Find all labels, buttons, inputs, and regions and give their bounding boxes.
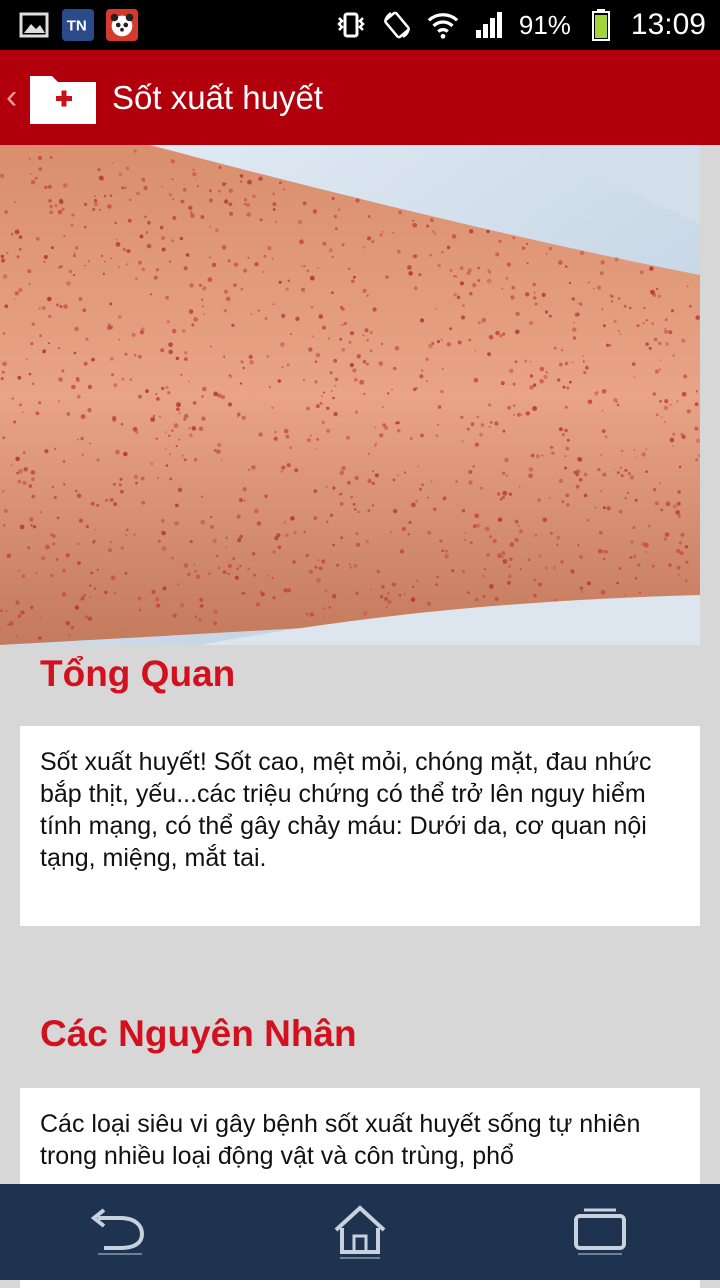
rash-photo: [0, 145, 700, 645]
back-chevron-icon[interactable]: ‹: [6, 78, 26, 117]
home-nav-icon[interactable]: [325, 1197, 395, 1267]
battery-percent: 91%: [518, 9, 571, 40]
overview-text: Sốt xuất huyết! Sốt cao, mệt mỏi, chóng …: [40, 748, 652, 872]
status-bar: TN 91% 13:09: [0, 0, 720, 50]
tn-app-icon: TN: [62, 9, 94, 41]
causes-text: Các loại siêu vi gây bệnh sốt xuất huyết…: [40, 1110, 641, 1170]
gallery-icon: [18, 9, 50, 41]
medical-folder-icon[interactable]: [28, 70, 98, 126]
vibrate-icon: [335, 9, 367, 41]
rotate-icon: [381, 9, 413, 41]
battery-icon: [585, 9, 617, 41]
svg-text:TN: TN: [67, 18, 87, 35]
wifi-icon: [427, 9, 459, 41]
section-heading-overview: Tổng Quan: [40, 653, 236, 694]
page-title: Sốt xuất huyết: [112, 78, 323, 116]
app-header: ‹ Sốt xuất huyết: [0, 50, 720, 145]
overview-card: Sốt xuất huyết! Sốt cao, mệt mỏi, chóng …: [20, 726, 700, 926]
back-nav-icon[interactable]: [85, 1197, 155, 1267]
clock: 13:09: [630, 8, 706, 41]
bottom-nav: [0, 1184, 720, 1280]
signal-icon: [473, 9, 505, 41]
section-heading-causes: Các Nguyên Nhân: [40, 1013, 357, 1054]
panda-app-icon: [106, 9, 138, 41]
window-nav-icon[interactable]: [565, 1197, 635, 1267]
